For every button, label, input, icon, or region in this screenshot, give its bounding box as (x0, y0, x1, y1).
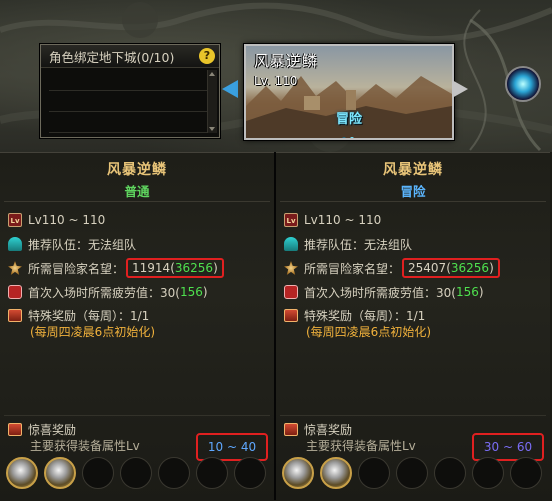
fame-row: 所需冒险家名望： 25407(36256) (284, 258, 500, 278)
empty-slot (234, 457, 266, 489)
empty-slot (158, 457, 190, 489)
fame-label: 所需冒险家名望： (28, 261, 125, 276)
reward-item-slot[interactable] (6, 457, 38, 489)
reset-note: (每周四凌晨6点初始化) (30, 324, 155, 339)
divider-line (280, 415, 546, 416)
surprise-range: 30 ~ 60 (483, 440, 533, 454)
reward-item-slot[interactable] (44, 457, 76, 489)
fatigue-close: ) (478, 285, 484, 299)
surprise-range: 10 ~ 40 (207, 440, 257, 454)
scroll-down-icon[interactable] (209, 127, 215, 131)
next-arrow-icon[interactable] (452, 80, 468, 98)
party-icon (284, 237, 298, 251)
empty-slot (396, 457, 428, 489)
question-mark-icon[interactable]: ? (199, 48, 215, 64)
fame-bracket-close: ) (213, 261, 218, 275)
empty-slot (472, 457, 504, 489)
reward-item-slot[interactable] (282, 457, 314, 489)
fame-icon (284, 261, 298, 275)
dungeon-card-mode: 冒险 (335, 112, 362, 127)
fatigue-value: 156 (179, 285, 203, 299)
dungeon-card[interactable]: 风暴逆鳞 Lv. 110 冒险 (244, 44, 454, 140)
difficulty-label: 冒险 (400, 184, 426, 199)
fatigue-label: 首次入场时所需疲劳值：30( (304, 285, 456, 300)
fame-label: 所需冒险家名望： (304, 261, 401, 276)
fatigue-value: 156 (455, 285, 479, 299)
difficulty-column-normal[interactable]: 风暴逆鳞 普通 Lv Lv110 ~ 110 推荐队伍：无法组队 所需冒险家名望… (0, 152, 274, 501)
surprise-desc: 主要获得装备属性Lv (306, 438, 416, 453)
chest-icon (8, 422, 22, 436)
divider-line (280, 201, 546, 202)
party-text: 推荐队伍：无法组队 (28, 237, 137, 252)
party-text: 推荐队伍：无法组队 (304, 237, 413, 252)
reward-slots (6, 457, 266, 489)
level-range: Lv110 ~ 110 (304, 213, 382, 227)
page-dot[interactable] (342, 137, 346, 138)
level-icon: Lv (284, 213, 298, 227)
reset-note: (每周四凌晨6点初始化) (306, 324, 431, 339)
surprise-desc: 主要获得装备属性Lv (30, 438, 140, 453)
fatigue-label: 首次入场时所需疲劳值：30( (28, 285, 180, 300)
fatigue-close: ) (202, 285, 208, 299)
level-icon: Lv (8, 213, 22, 227)
empty-slot (82, 457, 114, 489)
fame-required: 25407 (408, 261, 447, 275)
bound-dungeon-title: 角色绑定地下城(0/10) (49, 49, 175, 65)
chest-icon (284, 308, 298, 322)
bound-dungeon-rows (49, 70, 207, 133)
fame-row: 所需冒险家名望： 11914(36256) (8, 258, 224, 278)
divider-line (4, 201, 270, 202)
party-row: 推荐队伍：无法组队 (8, 234, 136, 254)
divider-line (4, 415, 270, 416)
reward-slots (282, 457, 542, 489)
fame-highlight-box: 11914(36256) (126, 258, 224, 278)
empty-slot (434, 457, 466, 489)
fame-required: 11914 (132, 261, 171, 275)
party-row: 推荐队伍：无法组队 (284, 234, 412, 254)
page-dot-active[interactable] (350, 137, 354, 138)
fame-bracket-close: ) (489, 261, 494, 275)
level-row: Lv Lv110 ~ 110 (8, 210, 105, 230)
empty-slot (510, 457, 542, 489)
party-icon (8, 237, 22, 251)
empty-slot (358, 457, 390, 489)
empty-slot (120, 457, 152, 489)
list-item[interactable] (49, 91, 207, 112)
fame-highlight-box: 25407(36256) (402, 258, 500, 278)
fatigue-icon (8, 285, 22, 299)
difficulty-label: 普通 (124, 184, 150, 199)
fame-recommended: 36256 (174, 261, 214, 275)
scroll-up-icon[interactable] (209, 72, 215, 76)
reward-item-slot[interactable] (320, 457, 352, 489)
list-item[interactable] (49, 70, 207, 91)
fatigue-row: 首次入场时所需疲劳值：30(156) (8, 282, 208, 302)
dungeon-card-name: 风暴逆鳞 (254, 52, 319, 70)
map-orb-icon[interactable] (505, 66, 541, 102)
fatigue-row: 首次入场时所需疲劳值：30(156) (284, 282, 484, 302)
empty-slot (196, 457, 228, 489)
fame-recommended: 36256 (450, 261, 490, 275)
scrollbar[interactable] (207, 70, 217, 133)
level-row: Lv Lv110 ~ 110 (284, 210, 381, 230)
prev-arrow-icon[interactable] (222, 80, 238, 98)
fame-icon (8, 261, 22, 275)
list-item[interactable] (49, 112, 207, 133)
difficulty-column-adventure[interactable]: 风暴逆鳞 冒险 Lv Lv110 ~ 110 推荐队伍：无法组队 所需冒险家名望… (276, 152, 550, 501)
bound-dungeon-list-panel: 角色绑定地下城(0/10) ? (40, 44, 220, 138)
dungeon-card-level: Lv. 110 (254, 74, 298, 88)
page-dots (340, 126, 356, 138)
level-range: Lv110 ~ 110 (28, 213, 106, 227)
chest-icon (8, 308, 22, 322)
column-title: 风暴逆鳞 (383, 162, 443, 178)
fatigue-icon (284, 285, 298, 299)
bound-dungeon-header: 角色绑定地下城(0/10) (41, 45, 219, 68)
chest-icon (284, 422, 298, 436)
column-title: 风暴逆鳞 (107, 162, 167, 178)
